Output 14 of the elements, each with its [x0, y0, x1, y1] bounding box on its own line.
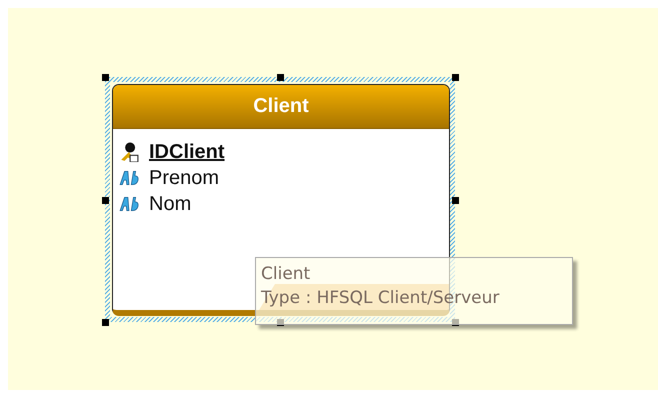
resize-handle[interactable] [102, 74, 109, 81]
key-icon [119, 142, 139, 162]
resize-handle[interactable] [102, 196, 109, 204]
resize-handle[interactable] [277, 74, 284, 81]
resize-handle[interactable] [102, 319, 109, 326]
resize-handle[interactable] [452, 196, 459, 204]
table-title: Client [113, 85, 449, 129]
field-name[interactable]: Prenom [149, 166, 220, 190]
text-type-icon [119, 194, 139, 214]
field-name[interactable]: Nom [149, 192, 192, 216]
tooltip-title: Client [261, 263, 312, 286]
resize-handle[interactable] [452, 74, 459, 81]
field-name[interactable]: IDClient [149, 140, 225, 164]
text-type-icon [119, 168, 139, 188]
